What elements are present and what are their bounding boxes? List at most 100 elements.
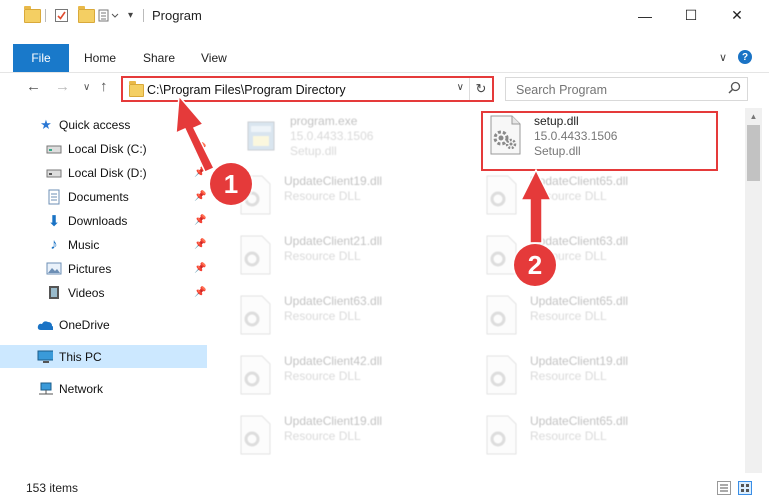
new-folder-icon[interactable]: [78, 5, 95, 24]
file-description: Resource DLL: [284, 249, 361, 263]
tab-share[interactable]: Share: [143, 51, 175, 65]
dll-file-icon: [236, 294, 274, 336]
sidebar-item-this-pc[interactable]: This PC: [0, 345, 207, 368]
file-name: UpdateClient63.dll: [284, 294, 383, 308]
quick-access-dropdown-icon[interactable]: ▾: [128, 7, 133, 24]
pin-icon[interactable]: 📌: [194, 239, 206, 250]
ribbon-tabs: File Home Share View ∨ ?: [0, 44, 769, 73]
videos-icon: [46, 285, 62, 301]
large-icons-view-icon[interactable]: [738, 481, 752, 495]
help-icon[interactable]: ?: [738, 50, 752, 64]
expand-ribbon-icon[interactable]: ∨: [719, 51, 727, 64]
tab-view[interactable]: View: [201, 51, 227, 65]
pin-icon[interactable]: 📌: [194, 287, 206, 298]
sidebar-item-onedrive[interactable]: OneDrive: [0, 313, 207, 336]
sidebar-item-label: Downloads: [68, 213, 128, 228]
address-path[interactable]: C:\Program Files\Program Directory: [147, 83, 346, 97]
sidebar-item-label: Videos: [68, 285, 105, 300]
file-item[interactable]: UpdateClient42.dll Resource DLL: [236, 350, 466, 402]
minimize-button[interactable]: —: [622, 0, 668, 31]
sidebar-item-label: Network: [59, 381, 104, 396]
dll-file-icon: [482, 414, 520, 456]
window-title: Program: [152, 8, 202, 23]
item-count: 153 items: [26, 481, 79, 495]
divider: [45, 9, 46, 22]
drive-icon: [46, 141, 62, 157]
folder-icon: [24, 5, 41, 24]
network-icon: [37, 381, 53, 397]
file-description: Resource DLL: [530, 429, 607, 443]
sidebar-item-quick-access[interactable]: ★ Quick access: [0, 113, 207, 136]
recent-locations-icon[interactable]: ∨: [83, 82, 90, 93]
sidebar-item-label: Local Disk (C:): [68, 141, 147, 156]
pin-icon[interactable]: 📌: [194, 263, 206, 274]
sidebar-item-local-disk-c[interactable]: Local Disk (C:) 📌: [0, 137, 207, 160]
annotation-badge-2: 2: [514, 244, 556, 286]
search-input[interactable]: [514, 79, 718, 101]
file-item[interactable]: UpdateClient65.dll Resource DLL: [482, 170, 712, 222]
file-name: UpdateClient19.dll: [284, 414, 383, 428]
sidebar-item-label: Documents: [68, 189, 129, 204]
search-icon[interactable]: [728, 81, 741, 97]
sidebar-item-network[interactable]: Network: [0, 377, 207, 400]
file-description: Resource DLL: [530, 369, 607, 383]
music-icon: ♪: [50, 236, 58, 253]
file-item[interactable]: UpdateClient65.dll Resource DLL: [482, 410, 712, 462]
file-item[interactable]: UpdateClient63.dll Resource DLL: [236, 290, 466, 342]
setup-dll-highlight-box: [481, 111, 718, 171]
downloads-icon: ⬇: [47, 212, 61, 230]
star-icon: ★: [40, 116, 52, 132]
tab-home[interactable]: Home: [84, 51, 116, 65]
details-view-icon[interactable]: [717, 481, 731, 495]
address-dropdown-icon[interactable]: ∨: [457, 82, 464, 93]
sidebar-item-label: Music: [68, 237, 100, 252]
search-box[interactable]: [505, 77, 748, 101]
sidebar-item-local-disk-d[interactable]: Local Disk (D:) 📌: [0, 161, 207, 184]
forward-arrow-icon[interactable]: →: [55, 78, 70, 95]
file-description: Resource DLL: [284, 309, 361, 323]
file-item[interactable]: program.exe 15.0.4433.1506 Setup.dll: [242, 110, 472, 162]
sidebar-item-pictures[interactable]: Pictures 📌: [0, 257, 207, 280]
up-arrow-icon[interactable]: ↑: [100, 78, 108, 95]
exe-file-icon: [242, 114, 280, 156]
sidebar-item-downloads[interactable]: ⬇ Downloads 📌: [0, 209, 207, 232]
refresh-button[interactable]: ↻: [469, 78, 492, 100]
file-description: Resource DLL: [284, 429, 361, 443]
file-item[interactable]: UpdateClient19.dll Resource DLL: [236, 170, 466, 222]
dll-file-icon: [236, 354, 274, 396]
sidebar-item-music[interactable]: ♪ Music 📌: [0, 233, 207, 256]
dll-file-icon: [236, 414, 274, 456]
vertical-scrollbar[interactable]: ▲: [745, 108, 762, 473]
pictures-icon: [46, 261, 62, 277]
address-bar[interactable]: C:\Program Files\Program Directory ∨ ↻: [121, 76, 494, 102]
pin-icon[interactable]: 📌: [194, 167, 206, 178]
file-item[interactable]: UpdateClient19.dll Resource DLL: [236, 410, 466, 462]
properties-icon[interactable]: [54, 7, 69, 24]
dll-file-icon: [482, 354, 520, 396]
drive-icon: [46, 165, 62, 181]
file-item[interactable]: UpdateClient19.dll Resource DLL: [482, 350, 712, 402]
file-name: program.exe: [290, 114, 358, 128]
file-item[interactable]: UpdateClient65.dll Resource DLL: [482, 290, 712, 342]
sidebar-item-label: Quick access: [59, 117, 131, 132]
pin-icon[interactable]: 📌: [194, 215, 206, 226]
pin-icon[interactable]: 📌: [194, 191, 206, 202]
close-button[interactable]: ✕: [714, 0, 760, 31]
sidebar-item-videos[interactable]: Videos 📌: [0, 281, 207, 304]
scroll-up-icon[interactable]: ▲: [745, 108, 762, 125]
sidebar-item-label: Local Disk (D:): [68, 165, 147, 180]
scrollbar-thumb[interactable]: [747, 125, 760, 181]
maximize-button[interactable]: ☐: [668, 0, 714, 31]
file-item[interactable]: UpdateClient21.dll Resource DLL: [236, 230, 466, 282]
file-description: Setup.dll: [290, 144, 337, 158]
tab-file[interactable]: File: [13, 44, 69, 72]
sidebar-item-documents[interactable]: Documents 📌: [0, 185, 207, 208]
dll-file-icon: [482, 174, 520, 216]
customize-toolbar-icon[interactable]: [98, 7, 120, 24]
explorer-window: ▾ Program — ☐ ✕ File Home Share View ∨ ?…: [0, 0, 769, 504]
file-version: 15.0.4433.1506: [290, 129, 374, 143]
computer-icon: [37, 349, 53, 365]
annotation-badge-1: 1: [210, 163, 252, 205]
back-arrow-icon[interactable]: ←: [26, 78, 41, 95]
pin-icon[interactable]: 📌: [194, 143, 206, 154]
